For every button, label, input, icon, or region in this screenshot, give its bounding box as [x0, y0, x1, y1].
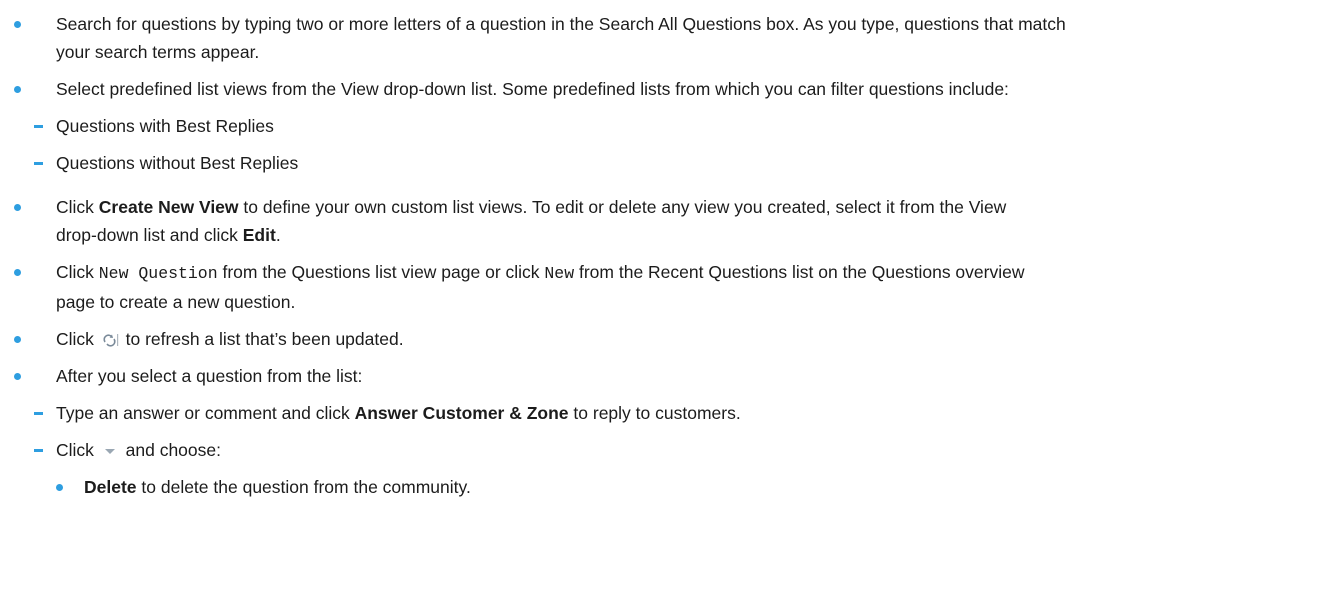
sub-list: Type an answer or comment and click Answ…	[0, 399, 1306, 501]
period: .	[275, 225, 281, 245]
bullet-icon	[14, 86, 21, 93]
document-body: Search for questions by typing two or mo…	[0, 0, 1320, 497]
list-item-create-view: Click Create New View to define your own…	[0, 193, 1320, 249]
sub-item-with-best-replies: Questions with Best Replies	[34, 112, 1306, 140]
click-text: Click	[56, 329, 99, 349]
item-text-rest: from the Recent Questions list on the Qu…	[574, 262, 1025, 282]
sub-item-text: Questions with Best Replies	[56, 116, 274, 136]
item-text: to define your own custom list views. To…	[238, 197, 1007, 217]
list-item-list-views: Select predefined list views from the Vi…	[0, 75, 1320, 177]
new-code: New	[544, 264, 575, 283]
click-text: Click	[56, 197, 99, 217]
bullet-icon	[14, 336, 21, 343]
dash-icon	[34, 162, 43, 165]
list-item-refresh: Click to refresh a list that’s been upda…	[0, 325, 1320, 353]
item-text: After you select a question from the lis…	[56, 366, 363, 386]
answer-customer-zone-label: Answer Customer & Zone	[354, 403, 569, 423]
sub-sub-list: Delete to delete the question from the c…	[0, 473, 1292, 501]
sub-item-text: Questions without Best Replies	[56, 153, 299, 173]
dash-icon	[34, 449, 43, 452]
edit-label: Edit	[242, 225, 276, 245]
click-text: Click	[56, 262, 99, 282]
sub-item-without-best-replies: Questions without Best Replies	[34, 149, 1306, 177]
sub-item-text-post: and choose:	[120, 440, 221, 460]
item-text-continued: drop-down list and click	[56, 225, 243, 245]
bullet-icon	[14, 21, 21, 28]
main-list: Search for questions by typing two or mo…	[0, 0, 1320, 497]
sub-item-text-post: to reply to customers.	[568, 403, 741, 423]
bullet-icon	[14, 373, 21, 380]
bullet-icon	[14, 269, 21, 276]
item-text: to refresh a list that’s been updated.	[120, 329, 404, 349]
chevron-down-icon	[102, 437, 118, 454]
dash-icon	[34, 125, 43, 128]
item-text: Search for questions by typing two or mo…	[56, 14, 1066, 34]
create-new-view-label: Create New View	[98, 197, 239, 217]
item-text: from the Questions list view page or cli…	[217, 262, 545, 282]
dash-icon	[34, 412, 43, 415]
sub-item-answer: Type an answer or comment and click Answ…	[34, 399, 1306, 427]
sub-sub-item-text: to delete the question from the communit…	[136, 477, 471, 497]
refresh-icon	[101, 327, 119, 347]
sub-item-click-menu: Click and choose: Delete to delete the q…	[34, 436, 1306, 501]
item-text-continued: your search terms appear.	[56, 42, 260, 62]
list-item-new-question: Click New Question from the Questions li…	[0, 258, 1320, 316]
bullet-icon	[14, 204, 21, 211]
list-item-after-select: After you select a question from the lis…	[0, 362, 1320, 501]
item-text-continued: page to create a new question.	[56, 292, 296, 312]
delete-label: Delete	[84, 477, 137, 497]
sub-list: Questions with Best Replies Questions wi…	[0, 112, 1306, 177]
bullet-icon	[56, 484, 63, 491]
item-text: Select predefined list views from the Vi…	[56, 79, 1009, 99]
sub-item-text: Click	[56, 440, 99, 460]
sub-item-text: Type an answer or comment and click	[56, 403, 355, 423]
list-item-search: Search for questions by typing two or mo…	[0, 10, 1320, 66]
new-question-code: New Question	[98, 264, 218, 283]
sub-sub-item-delete: Delete to delete the question from the c…	[56, 473, 1292, 501]
